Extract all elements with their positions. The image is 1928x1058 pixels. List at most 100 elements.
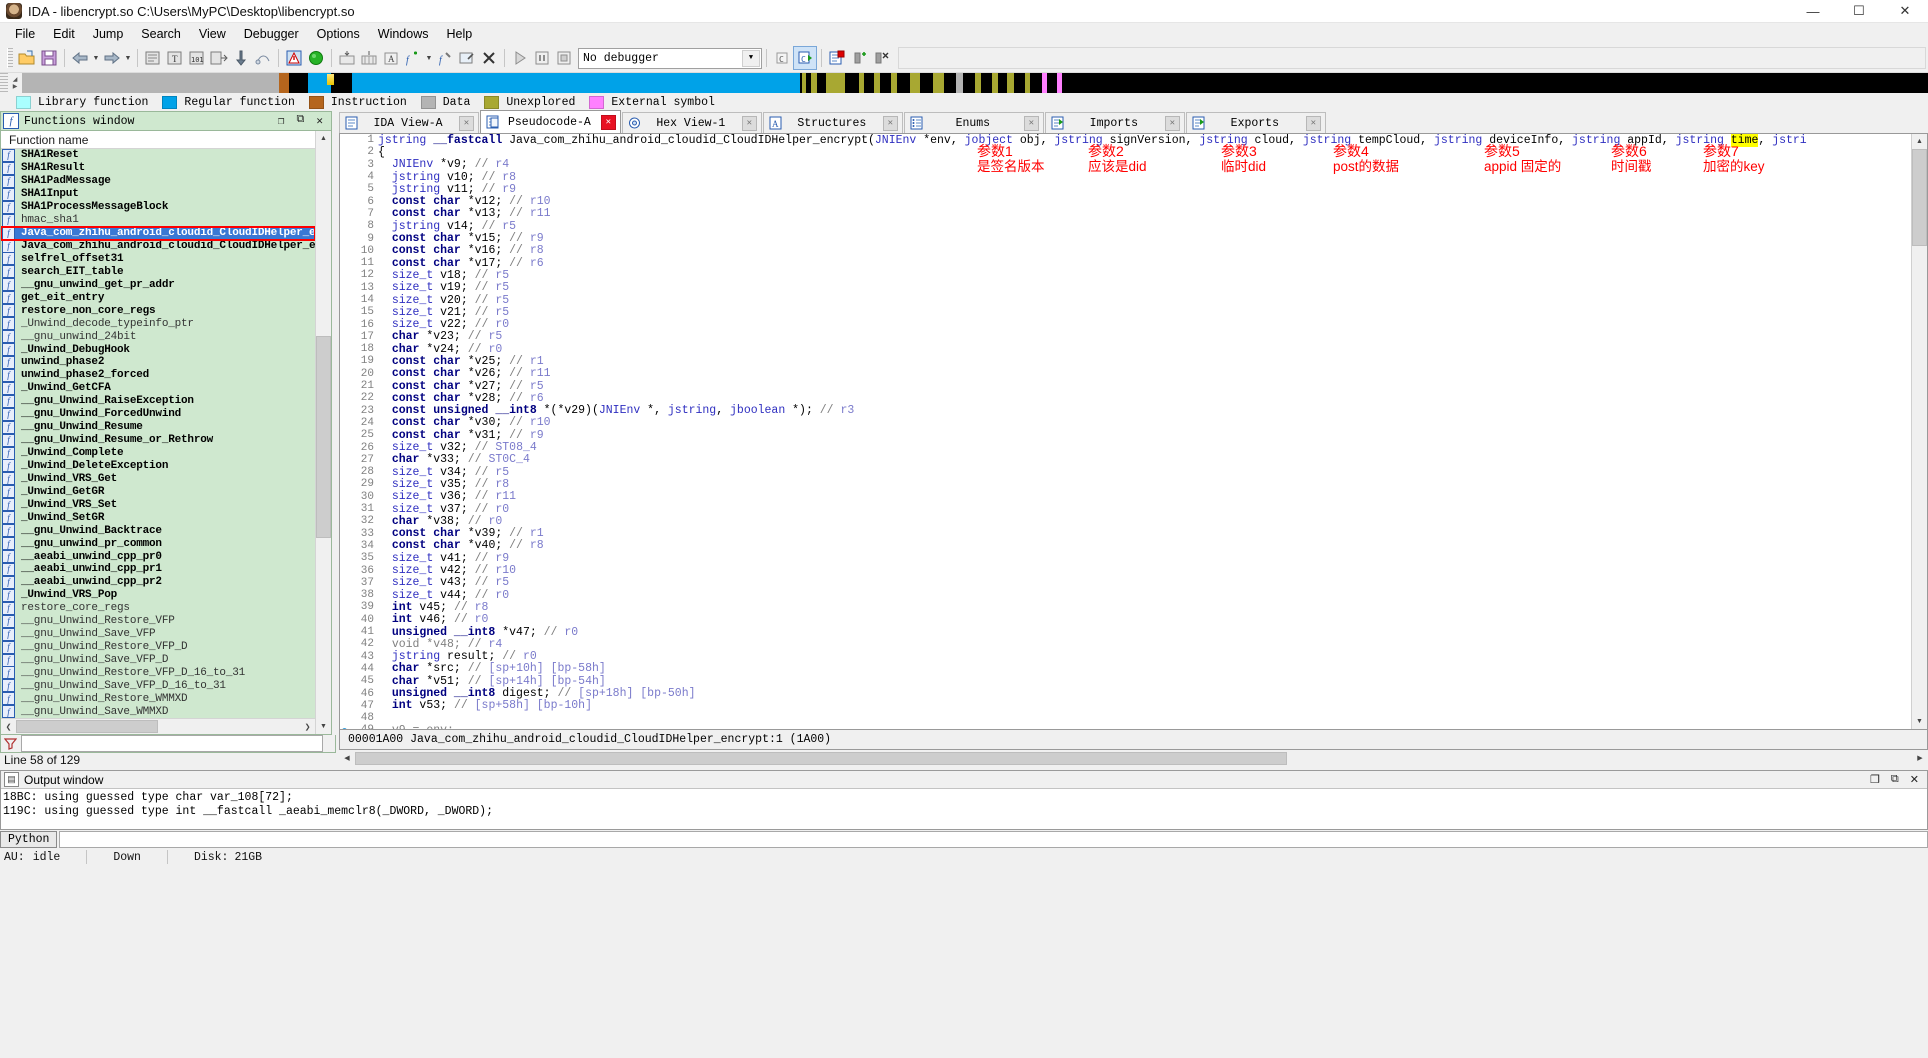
tab-close-icon[interactable]: ✕: [1023, 115, 1039, 131]
stop-icon[interactable]: [553, 47, 575, 69]
function-list-item[interactable]: f hmac_sha1: [1, 213, 315, 227]
chevron-down-icon[interactable]: ▼: [742, 49, 760, 67]
code-line[interactable]: 15 size_t v21; // r5: [340, 306, 1911, 319]
menu-item-debugger[interactable]: Debugger: [235, 25, 308, 43]
function-list-item[interactable]: f __gnu_Unwind_RaiseException: [1, 394, 315, 408]
function-list-item[interactable]: f restore_core_regs: [1, 601, 315, 615]
function-list-item[interactable]: f __gnu_unwind_get_pr_addr: [1, 278, 315, 292]
tab-close-icon[interactable]: ✕: [1164, 115, 1180, 131]
fw-float-icon[interactable]: ⧉: [297, 114, 305, 128]
function-list-item[interactable]: f SHA1Result: [1, 161, 315, 175]
function-list-item[interactable]: f __gnu_Unwind_Backtrace: [1, 524, 315, 538]
function-list-item[interactable]: f __gnu_Unwind_Save_VFP_D: [1, 653, 315, 667]
function-list-item[interactable]: f _Unwind_decode_typeinfo_ptr: [1, 317, 315, 331]
maximize-button[interactable]: ☐: [1836, 0, 1882, 22]
code-line[interactable]: 39 int v45; // r8: [340, 601, 1911, 614]
add-breakpoint-icon[interactable]: [848, 47, 870, 69]
function-list-item[interactable]: f _Unwind_GetGR: [1, 485, 315, 499]
function-list-item[interactable]: f _Unwind_VRS_Get: [1, 472, 315, 486]
function-list-item[interactable]: f get_eit_entry: [1, 291, 315, 305]
forward-arrow-icon[interactable]: [101, 47, 123, 69]
code-line[interactable]: 44 char *src; // [sp+10h] [bp-58h]: [340, 662, 1911, 675]
code-line[interactable]: 18 char *v24; // r0: [340, 343, 1911, 356]
function-list-item[interactable]: f _Unwind_GetCFA: [1, 381, 315, 395]
forward-dropdown-icon[interactable]: ▼: [123, 47, 133, 69]
code-line[interactable]: 36 size_t v42; // r10: [340, 564, 1911, 577]
make-array-icon[interactable]: [358, 47, 380, 69]
menu-item-view[interactable]: View: [190, 25, 235, 43]
code-vscroll-thumb[interactable]: [1912, 149, 1927, 246]
hscroll-left-icon[interactable]: ❮: [1, 719, 16, 735]
function-list-item[interactable]: f __aeabi_unwind_cpp_pr1: [1, 562, 315, 576]
code-line[interactable]: 31 size_t v37; // r0: [340, 503, 1911, 516]
graph-icon[interactable]: [252, 47, 274, 69]
jump-to-icon[interactable]: [208, 47, 230, 69]
decompile-icon[interactable]: C: [793, 46, 817, 70]
function-list-item[interactable]: f __gnu_Unwind_Resume: [1, 420, 315, 434]
function-list-item[interactable]: f unwind_phase2_forced: [1, 368, 315, 382]
function-list-item[interactable]: f unwind_phase2: [1, 355, 315, 369]
menu-item-file[interactable]: File: [6, 25, 44, 43]
navigation-band[interactable]: [22, 73, 1928, 93]
warning-icon[interactable]: [283, 47, 305, 69]
output-float-icon[interactable]: ⧉: [1891, 773, 1899, 786]
code-line[interactable]: 19 const char *v25; // r1: [340, 355, 1911, 368]
code-line[interactable]: 49 v9 = env;: [340, 724, 1911, 729]
code-line[interactable]: 25 const char *v31; // r9: [340, 429, 1911, 442]
code-line[interactable]: 45 char *v51; // [sp+14h] [bp-54h]: [340, 675, 1911, 688]
debugger-select[interactable]: No debugger ▼: [578, 47, 762, 69]
code-line[interactable]: 46 unsigned __int8 digest; // [sp+18h] […: [340, 687, 1911, 700]
output-restore-icon[interactable]: ❐: [1870, 773, 1880, 786]
function-list-item[interactable]: f __gnu_Unwind_Restore_VFP_D: [1, 640, 315, 654]
down-arrow-icon[interactable]: [230, 47, 252, 69]
code-hscrollbar[interactable]: ◀ ▶: [339, 750, 1928, 766]
function-list-item[interactable]: f _Unwind_DeleteException: [1, 459, 315, 473]
function-list-item[interactable]: f __gnu_Unwind_Save_WMMXD: [1, 705, 315, 719]
code-line[interactable]: 28 size_t v34; // r5: [340, 466, 1911, 479]
code-hscroll-right-icon[interactable]: ▶: [1912, 750, 1928, 766]
function-list-item[interactable]: f SHA1Input: [1, 187, 315, 201]
functions-hscrollbar[interactable]: ❮ ❯: [1, 718, 315, 735]
vscroll-up-icon[interactable]: ▲: [316, 131, 331, 146]
function-list-item[interactable]: f _Unwind_Complete: [1, 446, 315, 460]
functions-list[interactable]: f SHA1Reset f SHA1Result f SHA1PadMessage f SHA…: [1, 149, 315, 719]
tab-close-icon[interactable]: ✕: [600, 114, 616, 130]
menu-item-help[interactable]: Help: [437, 25, 481, 43]
code-line[interactable]: 40 int v46; // r0: [340, 613, 1911, 626]
function-list-item[interactable]: f search_EIT_table: [1, 265, 315, 279]
code-line[interactable]: 16 size_t v22; // r0: [340, 318, 1911, 331]
hscroll-right-icon[interactable]: ❯: [300, 719, 315, 735]
tab-ida-view-a[interactable]: IDA View-A ✕: [339, 112, 479, 133]
tab-close-icon[interactable]: ✕: [459, 115, 474, 131]
code-line[interactable]: 6 const char *v12; // r10: [340, 195, 1911, 208]
code-hscroll-left-icon[interactable]: ◀: [339, 750, 355, 766]
code-line[interactable]: 21 const char *v27; // r5: [340, 380, 1911, 393]
code-line[interactable]: 24 const char *v30; // r10: [340, 416, 1911, 429]
run-icon[interactable]: [509, 47, 531, 69]
menu-item-edit[interactable]: Edit: [44, 25, 84, 43]
tab-close-icon[interactable]: ✕: [1305, 115, 1321, 131]
code-line[interactable]: 9 const char *v15; // r9: [340, 232, 1911, 245]
code-hscroll-thumb[interactable]: [355, 751, 1287, 765]
code-line[interactable]: 5 jstring v11; // r9: [340, 183, 1911, 196]
function-dropdown-icon[interactable]: ▼: [424, 47, 434, 69]
code-line[interactable]: 30 size_t v36; // r11: [340, 490, 1911, 503]
function-list-item[interactable]: f __gnu_Unwind_Restore_VFP_D_16_to_31: [1, 666, 315, 680]
vscroll-down-icon[interactable]: ▼: [316, 719, 331, 735]
code-line[interactable]: 11 const char *v17; // r6: [340, 257, 1911, 270]
tab-structures[interactable]: A Structures ✕: [762, 112, 903, 133]
menu-item-options[interactable]: Options: [308, 25, 369, 43]
function-list-item[interactable]: f __aeabi_unwind_cpp_pr2: [1, 575, 315, 589]
function-list-item[interactable]: f __gnu_unwind_pr_common: [1, 537, 315, 551]
save-icon[interactable]: [38, 47, 60, 69]
code-line[interactable]: 38 size_t v44; // r0: [340, 589, 1911, 602]
edit-icon[interactable]: [456, 47, 478, 69]
edit-function-icon[interactable]: f: [434, 47, 456, 69]
code-line[interactable]: 42 void *v48; // r4: [340, 638, 1911, 651]
tab-imports[interactable]: Imports ✕: [1044, 112, 1185, 133]
tab-enums[interactable]: Enums ✕: [903, 112, 1044, 133]
function-list-item[interactable]: f __gnu_unwind_24bit: [1, 330, 315, 344]
code-line[interactable]: 33 const char *v39; // r1: [340, 527, 1911, 540]
filter-icon[interactable]: [3, 737, 18, 751]
function-list-item[interactable]: f _Unwind_SetGR: [1, 511, 315, 525]
